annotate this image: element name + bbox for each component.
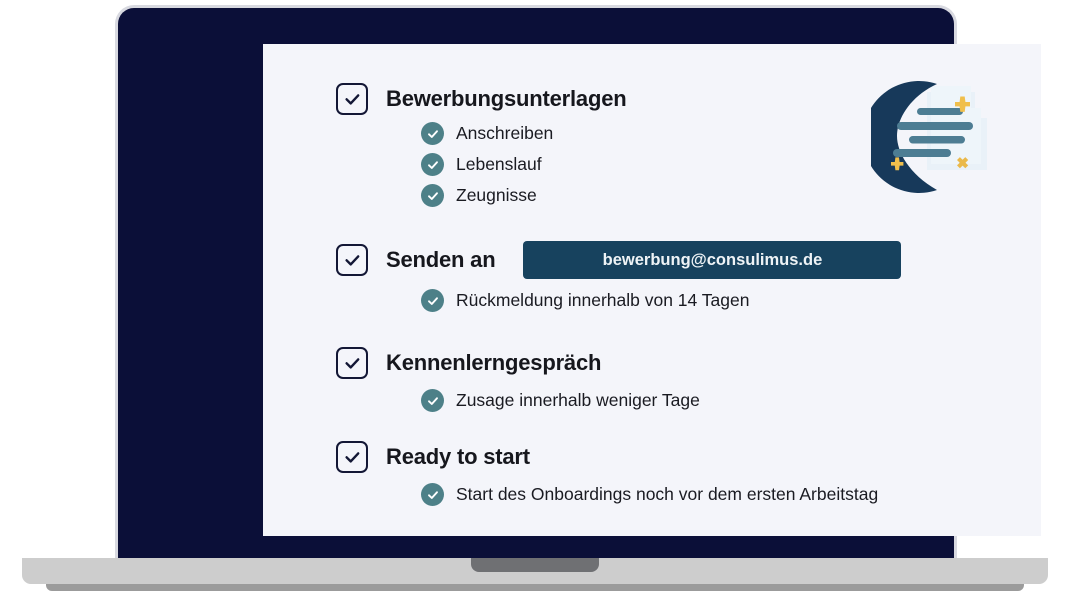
laptop-lid: Bewerbungsunterlagen Anschreiben Lebensl… [118,8,1041,561]
list-item[interactable]: Zusage innerhalb weniger Tage [263,385,1041,416]
checklist-group-ready-to-start: Ready to start Start des Onboardings noc… [263,438,1041,510]
email-address-label: bewerbung@consulimus.de [602,250,823,269]
check-circle-icon [421,483,444,506]
check-circle-icon [421,289,444,312]
list-item-label: Anschreiben [456,123,554,143]
check-circle-icon [421,389,444,412]
checkbox-check-icon[interactable] [336,244,368,276]
group-header[interactable]: Senden an bewerbung@consulimus.de [263,241,1041,279]
group-title: Senden an [386,247,496,272]
group-header[interactable]: Kennenlerngespräch [263,344,1041,382]
check-circle-icon [421,184,444,207]
list-item-label: Rückmeldung innerhalb von 14 Tagen [456,290,750,310]
email-address-chip[interactable]: bewerbung@consulimus.de [523,241,902,279]
group-title: Kennenlerngespräch [386,350,602,375]
list-item-label: Zeugnisse [456,185,537,205]
group-title: Ready to start [386,444,530,469]
list-item[interactable]: Start des Onboardings noch vor dem erste… [263,479,1041,510]
list-item-label: Lebenslauf [456,154,542,174]
group-header[interactable]: Ready to start [263,438,1041,476]
check-circle-icon [421,122,444,145]
checklist: Bewerbungsunterlagen Anschreiben Lebensl… [263,44,1041,536]
laptop-base-notch [471,558,599,572]
checklist-group-senden-an: Senden an bewerbung@consulimus.de Rückme… [263,241,1041,316]
list-item-label: Zusage innerhalb weniger Tage [456,390,700,410]
checkbox-check-icon[interactable] [336,83,368,115]
group-title: Bewerbungsunterlagen [386,86,627,111]
check-circle-icon [421,153,444,176]
laptop-screen: Bewerbungsunterlagen Anschreiben Lebensl… [263,44,1041,536]
checkbox-check-icon[interactable] [336,347,368,379]
laptop-base-shadow [46,584,1024,591]
checklist-group-kennenlerngespraech: Kennenlerngespräch Zusage innerhalb weni… [263,344,1041,416]
list-item[interactable]: Rückmeldung innerhalb von 14 Tagen [263,285,1041,316]
documents-moon-sparkles-illustration [862,78,995,196]
laptop-mockup: Bewerbungsunterlagen Anschreiben Lebensl… [0,0,1070,600]
checkbox-check-icon[interactable] [336,441,368,473]
list-item-label: Start des Onboardings noch vor dem erste… [456,484,879,504]
